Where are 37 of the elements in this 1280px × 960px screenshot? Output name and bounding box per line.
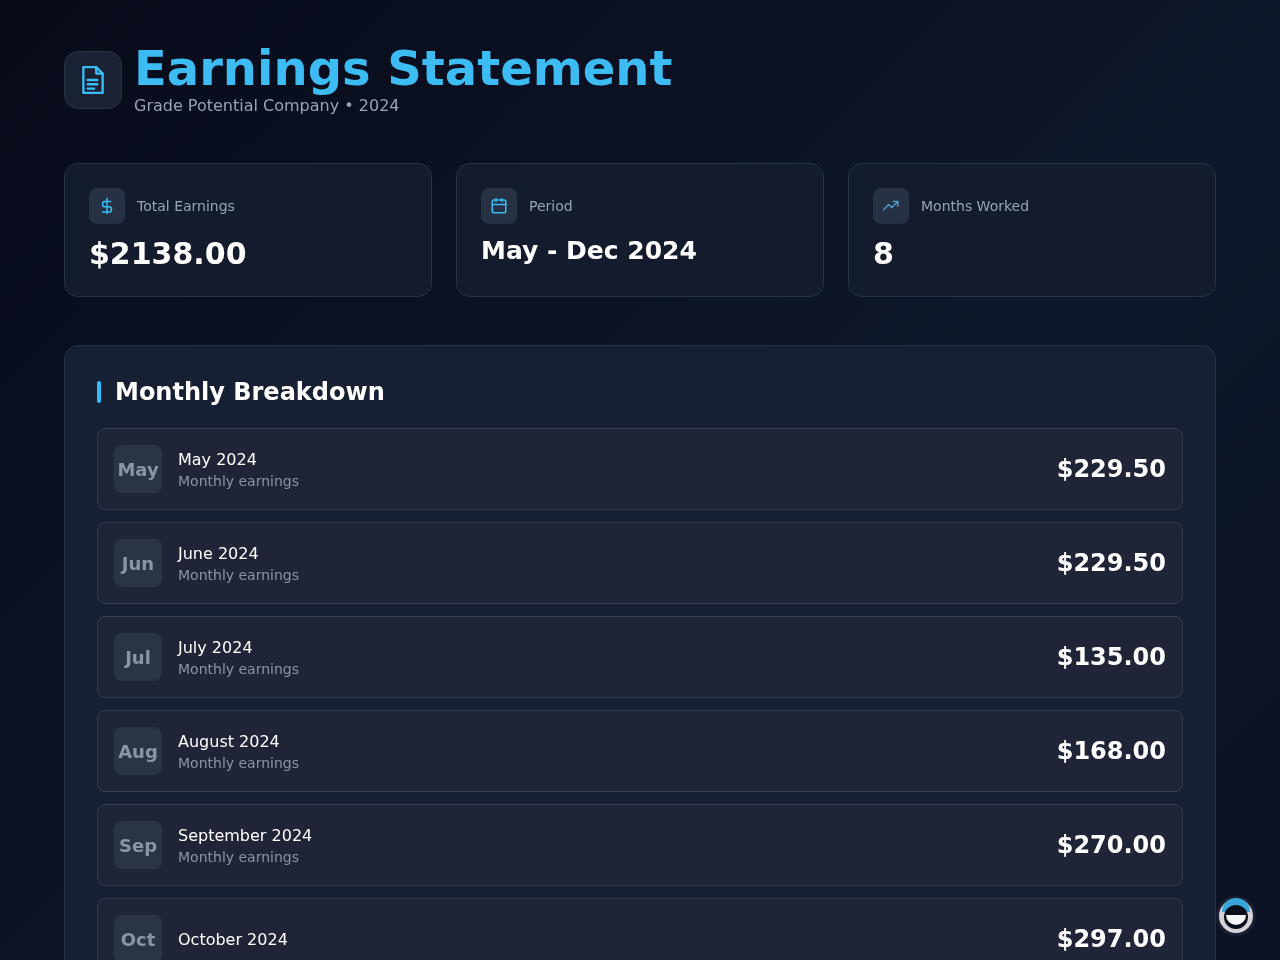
page-subtitle: Grade Potential Company • 2024 — [134, 96, 401, 115]
month-badge: Sep — [114, 821, 162, 869]
month-name: September 2024 — [178, 825, 314, 845]
month-note: Monthly earnings — [178, 754, 301, 771]
month-name: July 2024 — [178, 637, 254, 657]
month-name: August 2024 — [178, 731, 281, 751]
stat-value: $2138.00 — [89, 236, 248, 271]
month-badge: Oct — [114, 915, 162, 960]
month-note: Monthly earnings — [178, 472, 301, 489]
month-amount: $135.00 — [1056, 643, 1166, 671]
month-badge: Jun — [114, 539, 162, 587]
stat-label: Months Worked — [921, 198, 1030, 214]
stat-label: Total Earnings — [137, 198, 235, 214]
page-title: Earnings Statement — [134, 40, 673, 96]
month-amount: $297.00 — [1056, 925, 1166, 953]
month-amount: $168.00 — [1056, 737, 1166, 765]
month-note: Monthly earnings — [178, 660, 301, 677]
section-title: Monthly Breakdown — [115, 378, 385, 406]
trend-up-icon — [873, 188, 909, 224]
month-note: Monthly earnings — [178, 848, 301, 865]
month-amount: $229.50 — [1056, 455, 1166, 483]
calendar-icon — [481, 188, 517, 224]
month-amount: $270.00 — [1056, 831, 1166, 859]
month-badge: Jul — [114, 633, 162, 681]
month-name: October 2024 — [178, 929, 289, 949]
document-icon — [64, 51, 122, 109]
dollar-icon — [89, 188, 125, 224]
month-badge: May — [114, 445, 162, 493]
stat-label: Period — [529, 198, 573, 214]
month-amount: $229.50 — [1056, 549, 1166, 577]
assistant-button[interactable] — [1216, 896, 1256, 936]
month-name: May 2024 — [178, 449, 258, 469]
stat-value: May - Dec 2024 — [481, 236, 698, 265]
month-name: June 2024 — [178, 543, 260, 563]
stat-value: 8 — [873, 236, 895, 271]
month-note: Monthly earnings — [178, 566, 301, 583]
month-badge: Aug — [114, 727, 162, 775]
